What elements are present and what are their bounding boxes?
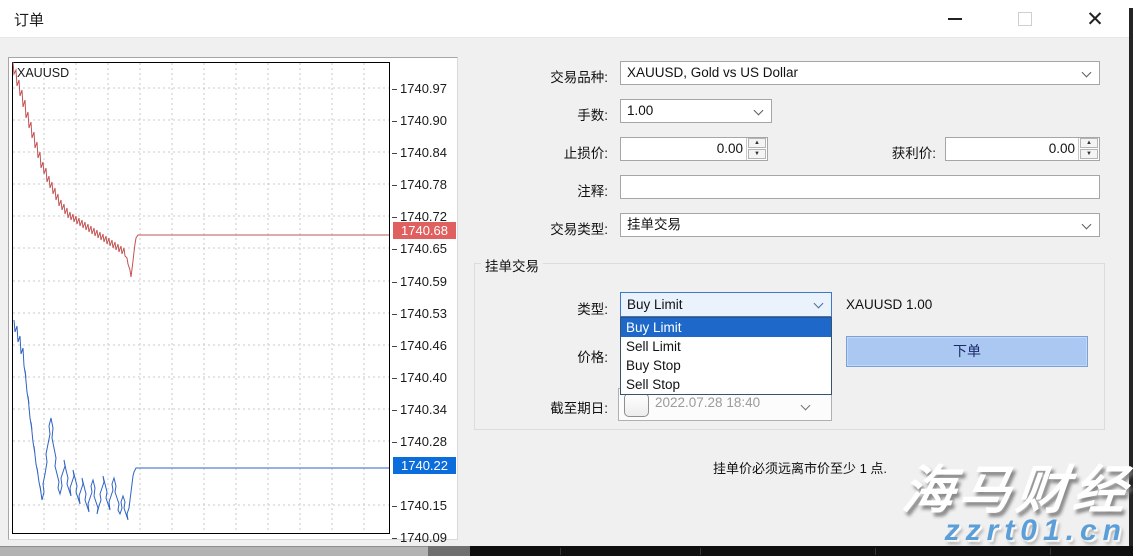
take-profit-value: 0.00 (1049, 138, 1075, 160)
minimize-button[interactable] (932, 0, 978, 38)
dropdown-option-sell-limit[interactable]: Sell Limit (621, 337, 831, 356)
volume-select[interactable]: 1.00 (620, 99, 772, 123)
order-type-select[interactable]: Buy Limit (620, 292, 832, 317)
axis-tick: 1740.09 (398, 530, 460, 546)
axis-tick: 1740.15 (398, 498, 460, 514)
expiry-value: 2022.07.28 18:40 (655, 395, 760, 410)
trade-type-label: 交易类型: (478, 218, 608, 238)
taskbar-segment (428, 546, 470, 556)
axis-tick: 1740.65 (398, 241, 460, 257)
maximize-icon (1018, 12, 1032, 26)
chevron-down-icon (1082, 68, 1092, 78)
take-profit-input[interactable]: 0.00 ▲ ▼ (945, 137, 1100, 161)
comment-input[interactable] (620, 175, 1100, 199)
chevron-down-icon (1082, 220, 1092, 230)
spin-up-icon[interactable]: ▲ (748, 138, 766, 148)
place-order-button[interactable]: 下单 (846, 336, 1088, 367)
spin-down-icon[interactable]: ▼ (1080, 149, 1098, 159)
axis-tick: 1740.90 (398, 113, 460, 129)
order-type-label: 类型: (478, 298, 608, 318)
taskbar-divider (875, 548, 876, 555)
axis-tick: 1740.84 (398, 145, 460, 161)
chevron-down-icon (814, 299, 824, 309)
chevron-down-icon (801, 401, 811, 411)
expiry-label: 截至期日: (478, 397, 608, 417)
stop-loss-label: 止损价: (478, 142, 608, 162)
taskbar-divider (700, 548, 701, 555)
axis-tick: 1740.40 (398, 370, 460, 386)
symbol-value: XAUUSD, Gold vs US Dollar (627, 65, 798, 80)
take-profit-label: 获利价: (806, 142, 936, 162)
comment-label: 注释: (478, 180, 608, 200)
ask-price-tag: 1740.68 (393, 222, 456, 239)
stop-loss-input[interactable]: 0.00 ▲ ▼ (620, 137, 768, 161)
taskbar-strip (0, 546, 1133, 556)
chart-plot (12, 62, 390, 535)
spin-down-icon[interactable]: ▼ (748, 149, 766, 159)
watermark-url: zzrt01.cn (945, 514, 1127, 548)
dropdown-option-buy-limit[interactable]: Buy Limit (621, 318, 831, 337)
trade-type-value: 挂单交易 (627, 217, 681, 232)
axis-tick: 1740.59 (398, 274, 460, 290)
axis-tick: 1740.78 (398, 177, 460, 193)
minimize-icon (948, 18, 962, 20)
dropdown-option-buy-stop[interactable]: Buy Stop (621, 356, 831, 375)
axis-tick: 1740.53 (398, 306, 460, 322)
order-type-value: Buy Limit (627, 297, 683, 312)
taskbar-divider (560, 548, 561, 555)
stop-loss-spinner: ▲ ▼ (746, 138, 767, 160)
taskbar-divider (1050, 548, 1051, 555)
trade-type-select[interactable]: 挂单交易 (620, 213, 1100, 237)
volume-label: 手数: (478, 104, 608, 124)
symbol-label: 交易品种: (478, 66, 608, 86)
take-profit-spinner: ▲ ▼ (1078, 138, 1099, 160)
symbol-select[interactable]: XAUUSD, Gold vs US Dollar (620, 61, 1100, 85)
order-summary: XAUUSD 1.00 (846, 297, 932, 312)
chevron-down-icon (754, 106, 764, 116)
spin-up-icon[interactable]: ▲ (1080, 138, 1098, 148)
price-label: 价格: (478, 346, 608, 366)
bid-price-tag: 1740.22 (393, 457, 456, 474)
maximize-button[interactable] (1002, 0, 1048, 38)
watermark-brand: 海马财经 (899, 448, 1133, 523)
volume-value: 1.00 (627, 103, 653, 118)
title-bar: 订单 ✕ (0, 0, 1133, 38)
close-button[interactable]: ✕ (1072, 0, 1118, 38)
taskbar-segment (0, 546, 428, 556)
axis-tick: 1740.46 (398, 338, 460, 354)
axis-tick: 1740.97 (398, 81, 460, 97)
window-title: 订单 (14, 9, 44, 30)
price-chart: XAUUSD 1740.97 1740.90 1740.84 1740.78 1… (8, 57, 458, 540)
expiry-checkbox[interactable] (624, 393, 649, 417)
stop-loss-value: 0.00 (717, 138, 743, 160)
group-title: 挂单交易 (481, 255, 543, 275)
axis-tick: 1740.28 (398, 434, 460, 450)
dropdown-option-sell-stop[interactable]: Sell Stop (621, 375, 831, 394)
close-icon: ✕ (1086, 9, 1104, 30)
chart-symbol-label: XAUUSD (17, 66, 69, 80)
axis-tick: 1740.34 (398, 402, 460, 418)
order-type-dropdown: Buy Limit Sell Limit Buy Stop Sell Stop (620, 317, 832, 395)
